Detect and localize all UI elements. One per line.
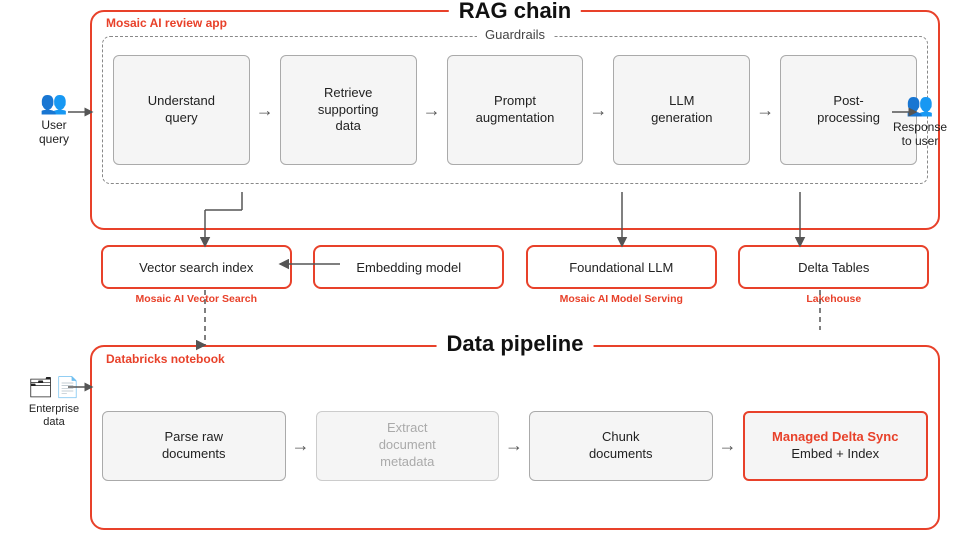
rag-chain-title: RAG chain (449, 0, 581, 24)
prompt-aug-box: Promptaugmentation (447, 55, 584, 165)
top-section: 👥 Userquery RAG chain Mosaic AI review a… (20, 10, 940, 305)
foundational-llm-sublabel: Mosaic AI Model Serving (560, 293, 683, 305)
managed-delta-box: Managed Delta SyncEmbed + Index (743, 411, 929, 481)
mosaic-ai-review-label: Mosaic AI review app (106, 16, 227, 30)
retrieve-data-box: Retrievesupportingdata (280, 55, 417, 165)
table-icon: 🗂 (28, 375, 53, 400)
pipeline-arrow-3: → (719, 435, 737, 456)
chunk-docs-box: Chunkdocuments (529, 411, 713, 481)
user-query: 👥 Userquery (20, 90, 88, 147)
managed-delta-sub: Embed + Index (791, 446, 879, 461)
pipeline-steps: Parse rawdocuments → Extractdocumentmeta… (102, 373, 928, 518)
foundational-llm-box: Foundational LLM (526, 245, 717, 289)
pipeline-arrow-1: → (292, 435, 310, 456)
enterprise-label: Enterprisedata (29, 403, 79, 429)
doc-icon: 📄 (55, 375, 80, 400)
parse-raw-box: Parse rawdocuments (102, 411, 286, 481)
response-icon: 👥 (906, 92, 933, 118)
databricks-label: Databricks notebook (106, 352, 225, 366)
user-query-label: Userquery (39, 118, 69, 147)
user-icon: 👥 (40, 90, 67, 116)
bottom-components-row: Vector search index Mosaic AI Vector Sea… (90, 245, 940, 305)
llm-gen-box: LLMgeneration (613, 55, 750, 165)
enterprise-icons: 🗂 📄 (28, 375, 80, 400)
foundational-llm-item: Foundational LLM Mosaic AI Model Serving (515, 245, 728, 305)
vector-search-box: Vector search index (101, 245, 292, 289)
arrow-2: → (423, 100, 441, 121)
arrow-1: → (256, 100, 274, 121)
pipeline-arrow-2: → (505, 435, 523, 456)
arrow-4: → (756, 100, 774, 121)
chain-steps: Understandquery → Retrievesupportingdata… (113, 55, 917, 165)
data-pipeline-section: 🗂 📄 Enterprisedata Data pipeline Databri… (20, 345, 940, 530)
delta-tables-box: Delta Tables (738, 245, 929, 289)
rag-chain-box: RAG chain Mosaic AI review app Guardrail… (90, 10, 940, 230)
enterprise-data: 🗂 📄 Enterprisedata (20, 375, 88, 429)
embedding-model-box: Embedding model (313, 245, 504, 289)
guardrails-label: Guardrails (477, 27, 553, 42)
response-label: Responseto user (893, 120, 947, 149)
main-diagram: 👥 Userquery RAG chain Mosaic AI review a… (0, 0, 960, 540)
embedding-model-item: Embedding model (303, 245, 516, 293)
vector-search-sublabel: Mosaic AI Vector Search (135, 293, 257, 305)
data-pipeline-box: Data pipeline Databricks notebook Parse … (90, 345, 940, 530)
delta-tables-sublabel: Lakehouse (806, 293, 861, 305)
extract-meta-box: Extractdocumentmetadata (316, 411, 500, 481)
data-pipeline-title: Data pipeline (437, 331, 594, 357)
managed-delta-main: Managed Delta SyncEmbed + Index (772, 429, 898, 463)
guardrails-box: Guardrails Understandquery → Retrievesup… (102, 36, 928, 184)
response-user: 👥 Responseto user (884, 92, 956, 149)
vector-search-item: Vector search index Mosaic AI Vector Sea… (90, 245, 303, 305)
understand-query-box: Understandquery (113, 55, 250, 165)
arrow-3: → (589, 100, 607, 121)
delta-tables-item: Delta Tables Lakehouse (728, 245, 941, 305)
